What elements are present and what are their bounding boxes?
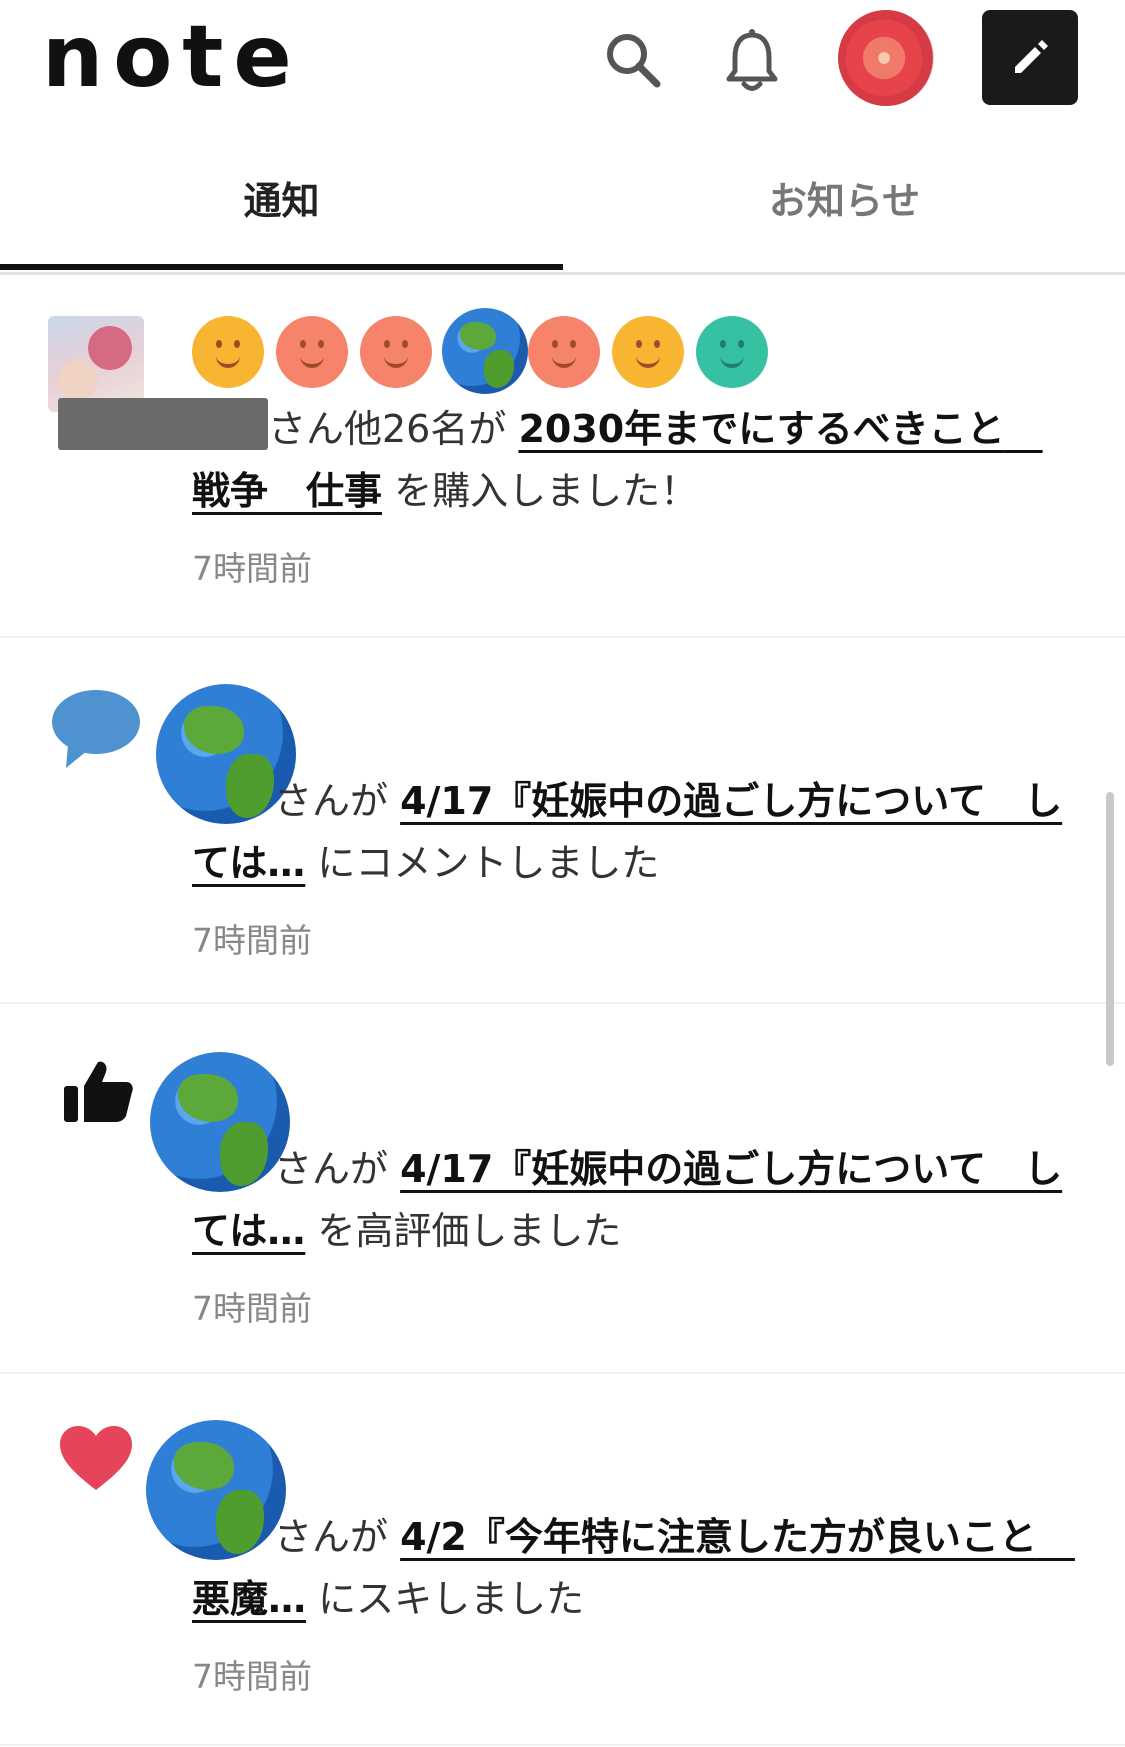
- scrollbar[interactable]: [1106, 792, 1114, 1066]
- avatar[interactable]: [838, 10, 934, 106]
- notification-item[interactable]: さんが 4/2『今年特に注意した方が良いこと 悪魔… にスキしました 7時間前: [0, 1374, 1125, 1746]
- text-after: にコメントしました: [317, 841, 660, 885]
- note-logo[interactable]: note: [42, 12, 302, 102]
- smiley-icon: [360, 316, 432, 388]
- smiley-icon: [612, 316, 684, 388]
- heart-icon: [60, 1426, 132, 1496]
- app-header: note: [0, 0, 1125, 120]
- search-icon[interactable]: [593, 20, 673, 100]
- text-before: さんが: [274, 1147, 389, 1191]
- smiley-icon: [528, 316, 600, 388]
- globe-avatar: [442, 308, 528, 394]
- redacted-username: [58, 398, 268, 450]
- smiley-icon: [192, 316, 264, 388]
- text-after: を高評価しました: [317, 1209, 622, 1253]
- notification-item[interactable]: さんが 4/17『妊娠中の過ごし方について しては… を高評価しました 7時間前: [0, 1004, 1125, 1374]
- write-button[interactable]: [982, 10, 1078, 105]
- notification-text: さんが 4/2『今年特に注意した方が良いこと 悪魔… にスキしました: [192, 1506, 1075, 1630]
- text-before: さんが: [274, 779, 389, 823]
- notification-item[interactable]: さんが 4/17『妊娠中の過ごし方について しては… にコメントしました 7時間…: [0, 636, 1125, 1004]
- timestamp: 7時間前: [192, 1289, 312, 1328]
- notification-text: さんが 4/17『妊娠中の過ごし方について しては… にコメントしました: [192, 770, 1072, 894]
- notification-text: さんが 4/17『妊娠中の過ごし方について しては… を高評価しました: [192, 1138, 1072, 1262]
- text-before: さんが: [274, 1515, 389, 1559]
- timestamp: 7時間前: [192, 1657, 312, 1696]
- tab-notifications[interactable]: 通知: [0, 170, 563, 225]
- smiley-icon: [696, 316, 768, 388]
- timestamp: 7時間前: [192, 549, 312, 588]
- notification-item[interactable]: さん他26名が 2030年までにするべきこと 戦争 仕事 を購入しました！ 7時…: [0, 274, 1125, 638]
- timestamp: 7時間前: [192, 921, 312, 960]
- bell-icon[interactable]: [712, 20, 792, 100]
- text-after: を購入しました！: [394, 469, 699, 513]
- thumbs-up-icon: [62, 1058, 134, 1128]
- tab-bar: 通知 お知らせ: [0, 140, 1125, 275]
- text-before: さん他26名が: [268, 407, 507, 451]
- tab-announcements[interactable]: お知らせ: [563, 170, 1125, 225]
- pencil-icon: [1015, 39, 1048, 73]
- smiley-icon: [276, 316, 348, 388]
- text-after: にスキしました: [318, 1577, 585, 1621]
- active-tab-indicator: [0, 264, 563, 270]
- notification-text: さん他26名が 2030年までにするべきこと 戦争 仕事 を購入しました！: [58, 398, 1072, 522]
- comment-icon: [50, 688, 142, 774]
